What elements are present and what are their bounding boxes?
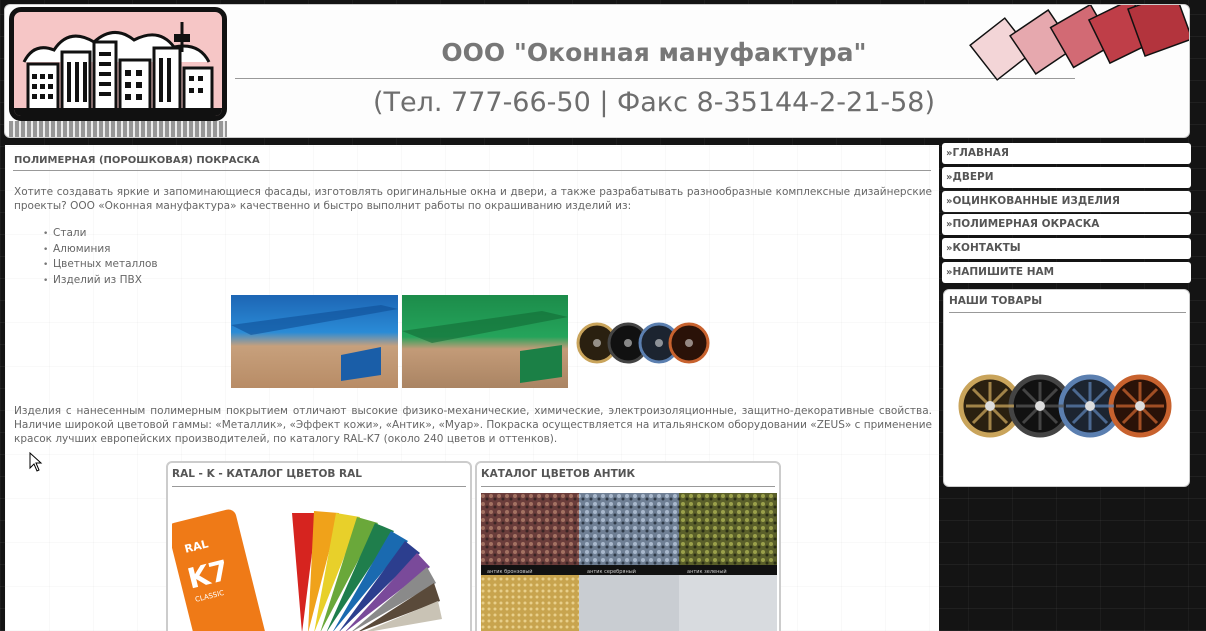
- wheel-rims-photo[interactable]: [575, 320, 710, 365]
- our-goods-panel: НАШИ ТОВАРЫ: [943, 289, 1190, 487]
- swatch-label: антик зеленый: [687, 568, 727, 575]
- company-logo[interactable]: [9, 7, 227, 121]
- goods-wheels-image[interactable]: [956, 372, 1174, 440]
- swatch-label: антик бронзовый: [487, 568, 533, 575]
- page-title: ПОЛИМЕРНАЯ (ПОРОШКОВАЯ) ПОКРАСКА: [14, 155, 260, 166]
- menu-item-label: ГЛАВНАЯ: [952, 147, 1010, 159]
- swatch-label: антик серебряный: [587, 568, 636, 575]
- header-divider: [235, 78, 1075, 79]
- chevron-double-right-icon: »: [946, 148, 953, 159]
- menu-item-label: НАПИШИТЕ НАМ: [952, 265, 1055, 278]
- materials-list: Стали Алюминия Цветных металлов Изделий …: [43, 226, 158, 288]
- logo-reflection: [9, 121, 227, 137]
- goods-title: НАШИ ТОВАРЫ: [949, 295, 1043, 307]
- chevron-double-right-icon: »: [946, 171, 953, 183]
- chevron-double-right-icon: »: [946, 219, 953, 231]
- card-divider: [481, 486, 775, 487]
- menu-item-label: КОНТАКТЫ: [952, 242, 1021, 255]
- chevron-double-right-icon: »: [946, 266, 953, 278]
- antik-catalog-card[interactable]: КАТАЛОГ ЦВЕТОВ АНТИК антик бронзовый ант…: [475, 461, 781, 631]
- main-content: ПОЛИМЕРНАЯ (ПОРОШКОВАЯ) ПОКРАСКА Хотите …: [5, 145, 939, 631]
- mouse-pointer-icon: [29, 452, 43, 472]
- menu-item-home[interactable]: » ГЛАВНАЯ: [942, 143, 1191, 164]
- blue-profile-photo[interactable]: [231, 295, 398, 388]
- list-item: Стали: [43, 226, 158, 242]
- menu-item-label: ДВЕРИ: [952, 170, 994, 183]
- menu-item-label: ОЦИНКОВАННЫЕ ИЗДЕЛИЯ: [952, 194, 1120, 207]
- antik-swatches-image: антик бронзовый антик серебряный антик з…: [481, 493, 777, 631]
- green-profile-photo[interactable]: [402, 295, 568, 388]
- card-divider: [172, 486, 466, 487]
- chevron-double-right-icon: »: [946, 243, 953, 255]
- card-title: КАТАЛОГ ЦВЕТОВ АНТИК: [481, 468, 636, 480]
- goods-divider: [949, 312, 1186, 313]
- menu-item-doors[interactable]: » ДВЕРИ: [942, 166, 1191, 188]
- list-item: Цветных металлов: [43, 257, 158, 273]
- main-menu: » ГЛАВНАЯ » ДВЕРИ » ОЦИНКОВАННЫЕ ИЗДЕЛИЯ…: [942, 143, 1191, 286]
- site-header: ООО "Оконная мануфактура" (Тел. 777-66-5…: [4, 4, 1190, 138]
- chevron-double-right-icon: »: [946, 195, 953, 207]
- rotated-squares-icon: [969, 5, 1189, 81]
- menu-item-galvanized[interactable]: » ОЦИНКОВАННЫЕ ИЗДЕЛИЯ: [942, 190, 1191, 212]
- company-name: ООО "Оконная мануфактура": [441, 38, 867, 67]
- ral-catalog-card[interactable]: RAL - K - КАТАЛОГ ЦВЕТОВ RAL RAL K7 CLAS…: [166, 461, 472, 631]
- card-title: RAL - K - КАТАЛОГ ЦВЕТОВ RAL: [172, 468, 362, 480]
- list-item: Алюминия: [43, 242, 158, 258]
- intro-paragraph: Хотите создавать яркие и запоминающиеся …: [14, 186, 932, 212]
- ral-fan-image: RAL K7 CLASSIC: [172, 493, 464, 631]
- list-item: Изделий из ПВХ: [43, 273, 158, 289]
- menu-item-contacts[interactable]: » КОНТАКТЫ: [942, 238, 1191, 260]
- description-paragraph: Изделия с нанесенным полимерным покрытие…: [14, 405, 932, 445]
- contact-phones: (Тел. 777-66-50 | Факс 8-35144-2-21-58): [372, 87, 936, 118]
- title-divider: [13, 170, 931, 171]
- menu-item-write-us[interactable]: » НАПИШИТЕ НАМ: [942, 261, 1191, 283]
- menu-item-polymer-painting[interactable]: » ПОЛИМЕРНАЯ ОКРАСКА: [942, 214, 1191, 236]
- menu-item-label: ПОЛИМЕРНАЯ ОКРАСКА: [952, 218, 1100, 231]
